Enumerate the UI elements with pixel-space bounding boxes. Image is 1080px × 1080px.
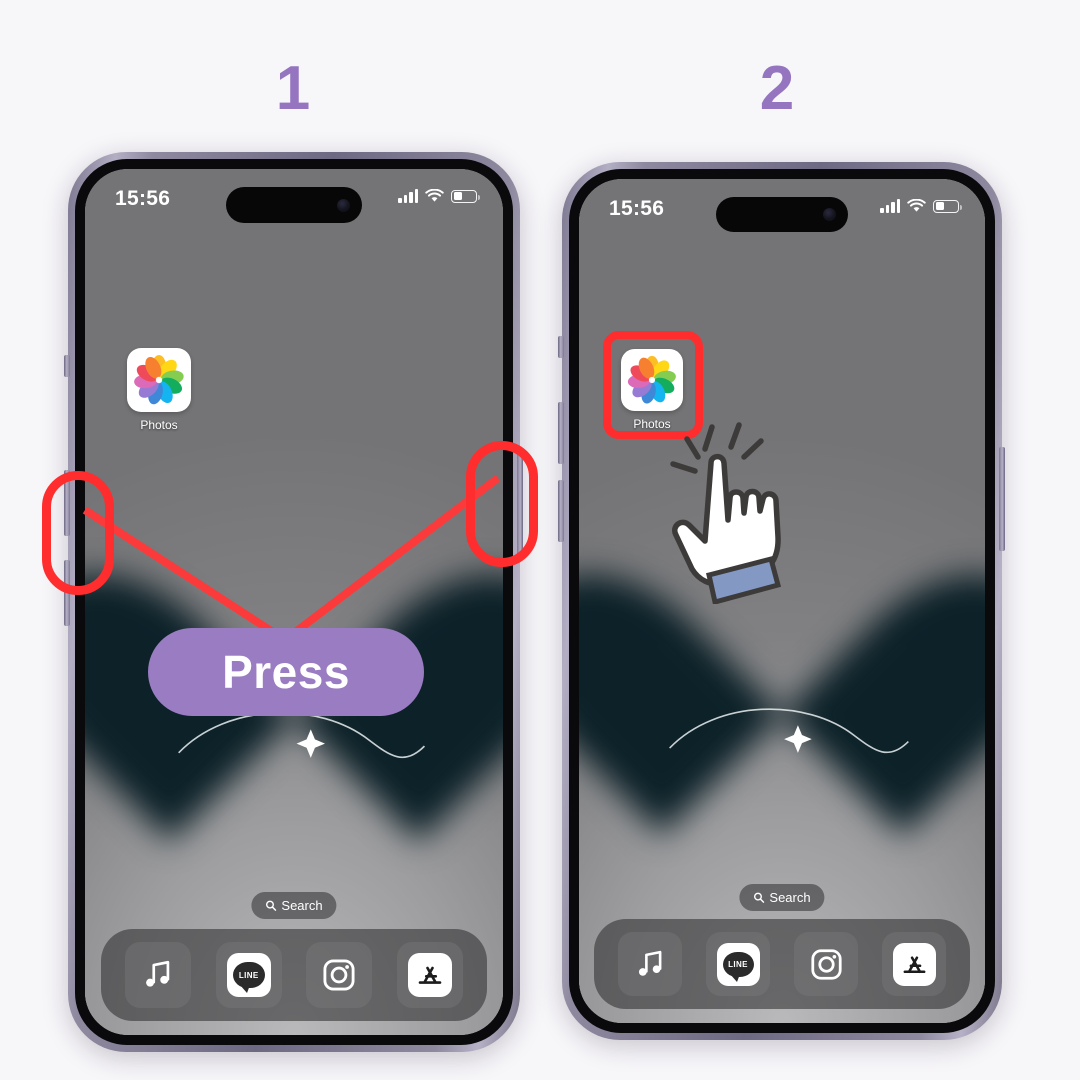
step-number-2: 2 [759, 54, 795, 123]
search-pill-2[interactable]: Search [739, 884, 825, 911]
line-icon: LINE [226, 953, 271, 997]
status-bar-1: 15:56 [85, 169, 503, 282]
wifi-icon-2 [907, 199, 926, 212]
search-icon-2 [753, 892, 765, 903]
tap-hand-cursor [670, 422, 782, 604]
sparkle-swoosh-icon-2 [669, 708, 910, 754]
phone-2-volume-up-button[interactable] [558, 336, 564, 358]
photos-icon [127, 348, 191, 412]
line-icon-2: LINE [716, 942, 760, 986]
status-indicators-2 [880, 198, 962, 213]
battery-icon-2 [933, 199, 962, 213]
app-icon-photos-1[interactable]: Photos [127, 348, 191, 432]
dynamic-island [226, 187, 362, 223]
dock-icon-app-store[interactable] [396, 942, 463, 1008]
app-label: Photos [140, 418, 178, 432]
phone-1: 15:56 Photos Search LINE [68, 152, 520, 1052]
dock-icon-instagram-2[interactable] [794, 932, 858, 996]
front-camera-icon-2 [823, 208, 836, 221]
app-store-icon [407, 953, 452, 997]
dock-icon-app-store-2[interactable] [882, 932, 946, 996]
status-bar-2: 15:56 [579, 179, 985, 289]
phone-2-side-button[interactable] [999, 447, 1005, 551]
search-icon [265, 900, 277, 911]
dock-1: LINE [101, 929, 487, 1021]
status-time-2: 15:56 [609, 197, 665, 220]
press-action-button[interactable]: Press [148, 628, 424, 716]
phone-1-bezel: 15:56 Photos Search LINE [75, 159, 513, 1045]
search-label-2: Search [769, 890, 811, 905]
signal-bars-icon-2 [880, 198, 900, 213]
battery-icon [451, 189, 480, 203]
status-time: 15:56 [115, 187, 171, 210]
wifi-icon [425, 189, 444, 202]
status-indicators [398, 188, 480, 203]
signal-bars-icon [398, 188, 418, 203]
phone-2: 15:56 Photos Search LINE [562, 162, 1002, 1040]
tutorial-stage: 1 2 15:56 Photos Search LINE 15:56 Photo… [0, 0, 1080, 1080]
line-glyph: LINE [238, 970, 259, 980]
dock-icon-instagram[interactable] [306, 942, 373, 1008]
dock-2: LINE [594, 919, 970, 1009]
dock-icon-music[interactable] [125, 942, 192, 1008]
front-camera-icon [337, 198, 350, 212]
search-label: Search [281, 898, 323, 913]
dock-icon-line[interactable]: LINE [215, 942, 282, 1008]
phone-1-screen: 15:56 Photos Search LINE [85, 169, 503, 1035]
phone-2-mute-button[interactable] [558, 480, 564, 542]
phone-2-screen: 15:56 Photos Search LINE [579, 179, 985, 1023]
app-store-icon-2 [892, 942, 936, 986]
phone-1-volume-up-button[interactable] [64, 355, 70, 377]
instagram-icon [323, 959, 355, 991]
volume-button-highlight [42, 471, 114, 595]
phone-2-volume-down-button[interactable] [558, 402, 564, 464]
search-pill-1[interactable]: Search [251, 892, 337, 919]
line-glyph-2: LINE [728, 959, 748, 969]
phone-2-bezel: 15:56 Photos Search LINE [569, 169, 995, 1033]
step-number-1: 1 [275, 54, 311, 123]
dynamic-island-2 [716, 197, 848, 232]
side-button-highlight [466, 441, 538, 567]
instagram-icon-2 [810, 948, 842, 980]
dock-icon-line-2[interactable]: LINE [706, 932, 770, 996]
dock-icon-music-2[interactable] [618, 932, 682, 996]
